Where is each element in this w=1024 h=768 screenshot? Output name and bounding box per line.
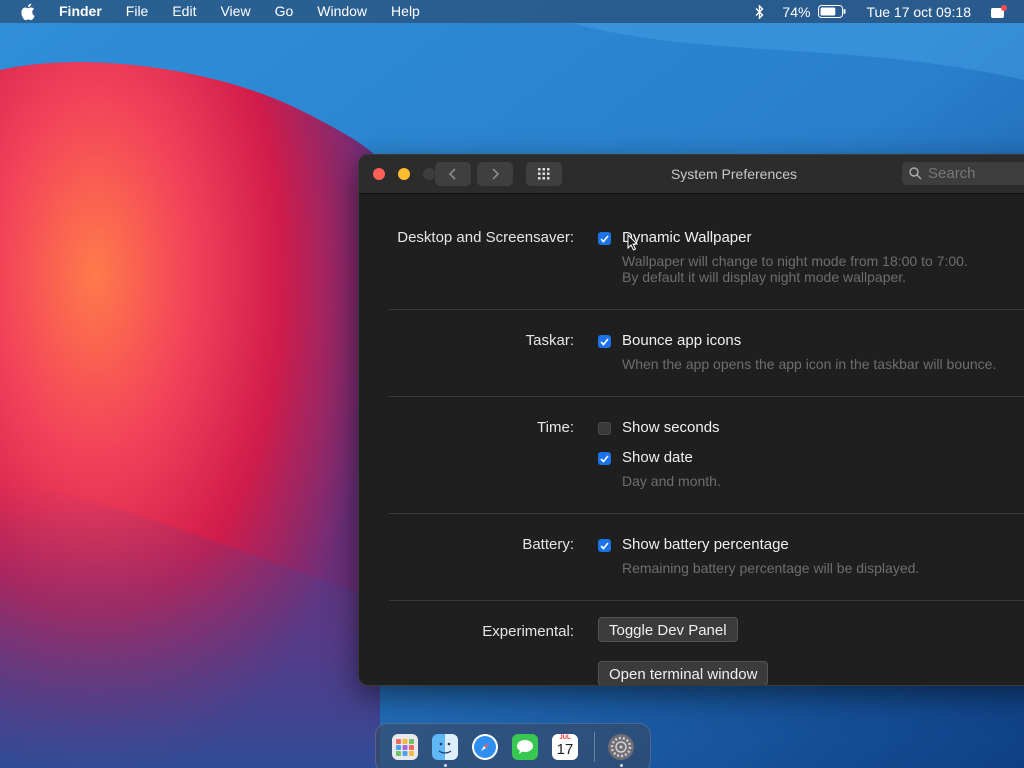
bounce-app-icons-label[interactable]: Bounce app icons	[622, 332, 741, 349]
search-field[interactable]	[902, 162, 1024, 185]
section-divider	[389, 513, 1024, 514]
desktop-screensaver-label: Desktop and Screensaver:	[397, 229, 574, 246]
messages-icon[interactable]	[512, 734, 538, 760]
dynamic-wallpaper-description-line-1: Wallpaper will change to night mode from…	[622, 253, 968, 269]
dynamic-wallpaper-label[interactable]: Dynamic Wallpaper	[622, 229, 752, 246]
show-seconds-checkbox[interactable]	[598, 422, 611, 435]
bounce-app-icons-checkbox[interactable]	[598, 335, 611, 348]
search-icon	[909, 167, 922, 180]
menu-go[interactable]: Go	[275, 0, 294, 23]
show-date-checkbox[interactable]	[598, 452, 611, 465]
clock[interactable]: Tue 17 oct 09:18	[866, 4, 971, 20]
search-input[interactable]	[928, 165, 1024, 182]
battery-icon[interactable]	[818, 5, 846, 18]
show-battery-percentage-label[interactable]: Show battery percentage	[622, 536, 789, 553]
experimental-label: Experimental:	[482, 623, 574, 640]
system-preferences-icon[interactable]	[608, 734, 634, 760]
apple-icon[interactable]	[20, 3, 38, 21]
checkmark-icon	[600, 337, 609, 346]
checkmark-icon	[600, 541, 609, 550]
menu-help[interactable]: Help	[391, 0, 420, 23]
system-preferences-window: System Preferences Desktop and Screensav…	[358, 154, 1024, 686]
toggle-dev-panel-button[interactable]: Toggle Dev Panel	[598, 617, 738, 642]
notification-center-icon[interactable]	[991, 4, 1007, 19]
calendar-icon[interactable]: JUL 17	[552, 734, 578, 760]
dynamic-wallpaper-description-line-2: By default it will display night mode wa…	[622, 269, 907, 285]
show-battery-percentage-checkbox[interactable]	[598, 539, 611, 552]
show-date-label[interactable]: Show date	[622, 449, 693, 466]
safari-icon[interactable]	[472, 734, 498, 760]
section-divider	[389, 396, 1024, 397]
finder-icon[interactable]	[432, 734, 458, 760]
bluetooth-icon[interactable]	[755, 4, 764, 19]
battery-level	[820, 7, 836, 16]
taskbar-label: Taskar:	[525, 332, 574, 349]
dock-separator	[594, 732, 595, 762]
section-divider	[389, 309, 1024, 310]
window-titlebar[interactable]: System Preferences	[359, 155, 1024, 194]
bounce-app-icons-description: When the app opens the app icon in the t…	[622, 356, 997, 372]
open-terminal-window-button[interactable]: Open terminal window	[598, 661, 769, 685]
finder-running-indicator	[444, 764, 447, 767]
system-preferences-running-indicator	[620, 764, 623, 767]
menu-file[interactable]: File	[126, 0, 149, 23]
show-date-description: Day and month.	[622, 473, 721, 489]
calendar-day: 17	[556, 741, 574, 758]
checkmark-icon	[600, 234, 609, 243]
launchpad-icon[interactable]	[392, 734, 418, 760]
menu-bar: Finder File Edit View Go Window Help 74%…	[0, 0, 1024, 23]
mouse-cursor-icon	[627, 234, 638, 251]
dock: JUL 17	[375, 723, 651, 768]
show-seconds-label[interactable]: Show seconds	[622, 419, 720, 436]
checkmark-icon	[600, 454, 609, 463]
dynamic-wallpaper-checkbox[interactable]	[598, 232, 611, 245]
menu-window[interactable]: Window	[317, 0, 367, 23]
menu-app-name[interactable]: Finder	[59, 0, 102, 23]
battery-label: Battery:	[522, 536, 574, 553]
menu-view[interactable]: View	[220, 0, 250, 23]
battery-percentage: 74%	[782, 3, 811, 20]
section-divider	[389, 600, 1024, 601]
menu-edit[interactable]: Edit	[172, 0, 196, 23]
time-label: Time:	[537, 419, 574, 436]
show-battery-percentage-description: Remaining battery percentage will be dis…	[622, 560, 920, 576]
